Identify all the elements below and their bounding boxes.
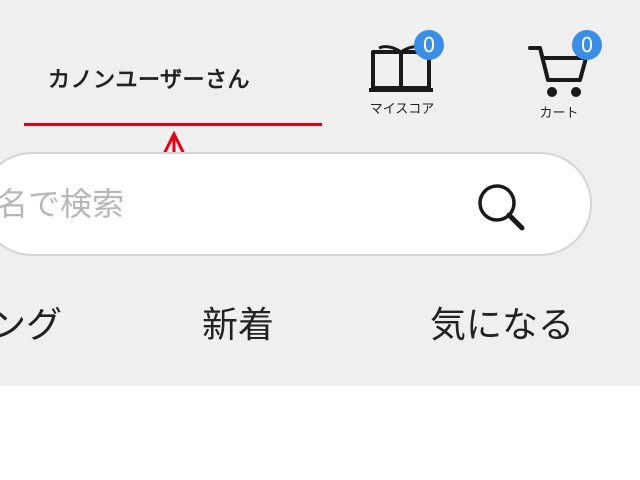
tab-ranking[interactable]: ング [0, 296, 62, 348]
tab-new-arrivals[interactable]: 新着 [202, 296, 274, 348]
search-bar [0, 152, 592, 256]
search-icon[interactable] [472, 178, 532, 238]
my-score-button[interactable]: マイスコア 0 [356, 30, 448, 117]
my-score-label: マイスコア [369, 102, 435, 117]
header-area: カノンユーザーさん マイスコア 0 カート 0 ング [0, 0, 640, 386]
tab-favorites[interactable]: 気になる [430, 296, 574, 348]
search-input[interactable] [0, 154, 442, 254]
annotation-underline [24, 123, 322, 126]
cart-button[interactable]: カート 0 [516, 30, 602, 121]
cart-label: カート [539, 106, 579, 121]
category-tabs: ング 新着 気になる [0, 296, 640, 356]
user-name-link[interactable]: カノンユーザーさん [48, 62, 250, 94]
cart-badge: 0 [572, 30, 602, 60]
my-score-badge: 0 [414, 30, 444, 60]
